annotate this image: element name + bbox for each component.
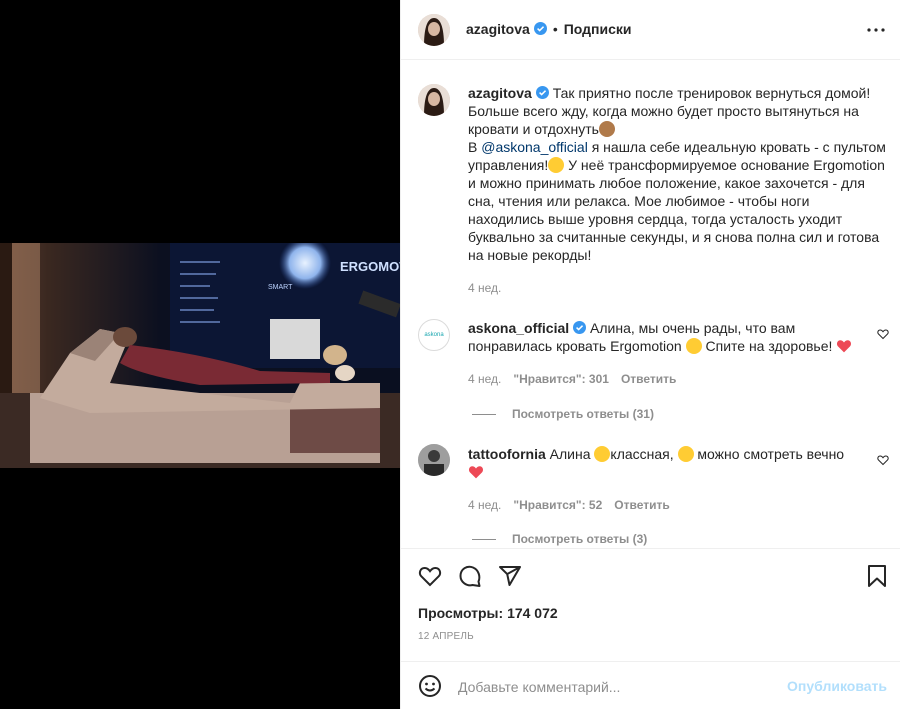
replies-line (472, 414, 496, 416)
comment-line: Алина, мы очень рады, что вам (590, 320, 796, 336)
post-media[interactable]: ERGOMOTI SMART (0, 0, 400, 709)
smile-emoji-icon (685, 338, 702, 354)
caption-line: управления! (468, 157, 549, 173)
post-date[interactable]: 12 АПРЕЛЬ (418, 631, 474, 642)
see-no-evil-monkey-icon (598, 121, 615, 137)
header-title: azagitova • Подписки (466, 21, 632, 37)
comment-reply-button[interactable]: Ответить (614, 498, 669, 512)
bookmark-icon[interactable] (865, 564, 889, 588)
video-frame-scene: ERGOMOTI SMART (0, 243, 400, 468)
views-label: Просмотры: (418, 605, 504, 621)
caption-line: Больше всего жду, когда можно будет прос… (468, 103, 859, 119)
comment-line: можно смотреть вечно (697, 446, 845, 462)
post-panel: azagitova • Подписки azagitova Так приятно… (400, 0, 900, 709)
comment-like-heart-icon[interactable] (877, 454, 889, 466)
avatar-image (418, 14, 450, 46)
verified-icon (573, 321, 587, 334)
caption-avatar[interactable] (418, 84, 450, 116)
add-comment-bar: Опубликовать (401, 661, 900, 709)
video-smart-text: SMART (268, 284, 293, 291)
comment-avatar-tattoofornia[interactable] (418, 444, 450, 476)
comment-line: Алина (549, 446, 591, 462)
caption-line: на новые рекорды! (468, 247, 592, 263)
avatar-image (418, 444, 450, 476)
comment-meta: 4 нед. "Нравится": 301 Ответить (468, 372, 688, 386)
comment-avatar-askona[interactable]: askona (418, 319, 450, 351)
view-replies-button[interactable]: Посмотреть ответы (3) (472, 532, 647, 546)
video-brand-text: ERGOMOTI (340, 259, 400, 274)
caption-line: буквально за считанные секунды, и я снов… (468, 229, 880, 245)
comment-author[interactable]: tattoofornia (468, 446, 546, 462)
comment-likes[interactable]: "Нравится": 301 (513, 372, 609, 386)
comment-line: Спите на здоровье! (705, 338, 833, 354)
caption-line: Так приятно после тренировок вернуться д… (552, 85, 871, 101)
comment-text: askona_official Алина, мы очень рады, чт… (468, 319, 868, 355)
author-avatar[interactable] (418, 14, 450, 46)
post-actions: Просмотры: 174 072 12 АПРЕЛЬ (401, 550, 900, 650)
emoji-icon[interactable] (418, 674, 442, 698)
replies-line (472, 539, 496, 541)
comment-like-heart-icon[interactable] (877, 328, 889, 340)
post-header: azagitova • Подписки (401, 0, 900, 60)
comment-meta: 4 нед. "Нравится": 52 Ответить (468, 498, 682, 512)
more-icon[interactable] (864, 18, 888, 42)
comment-likes[interactable]: "Нравится": 52 (513, 498, 602, 512)
red-heart-emoji-icon (468, 466, 484, 479)
comment-text: tattoofornia Алина классная, можно смотр… (468, 445, 868, 481)
post-caption: azagitova Так приятно после тренировок в… (468, 84, 888, 264)
views-value: 174 072 (507, 605, 558, 621)
caption-time[interactable]: 4 нед. (468, 281, 501, 295)
comment-line: классная, (610, 446, 674, 462)
view-replies-button[interactable]: Посмотреть ответы (31) (472, 407, 654, 421)
red-heart-emoji-icon (837, 340, 852, 353)
view-replies-label: Посмотреть ответы (31) (512, 407, 654, 421)
comment-time[interactable]: 4 нед. (468, 372, 501, 386)
caption-author[interactable]: azagitova (468, 85, 532, 101)
video-player[interactable]: ERGOMOTI SMART (0, 243, 400, 468)
comment-line: понравилась кровать Ergomotion (468, 338, 682, 354)
caption-line: сна, чтения или релакса. Мое любимое - ч… (468, 193, 810, 209)
caption-prefix: В (468, 139, 478, 155)
avatar-image (418, 84, 450, 116)
heart-eyes-emoji-icon (548, 157, 565, 173)
caption-line: и можно принимать любое положение, какое… (468, 175, 865, 191)
following-button[interactable]: Подписки (564, 21, 632, 37)
verified-icon (533, 22, 547, 35)
publish-button[interactable]: Опубликовать (787, 678, 887, 694)
caption-line: я нашла себе идеальную кровать - с пульт… (591, 139, 886, 155)
share-icon[interactable] (498, 564, 522, 588)
caption-line: У неё трансформируемое основание Ergomot… (568, 157, 885, 173)
caption-line: кровати и отдохнуть (468, 121, 599, 137)
separator-dot: • (552, 21, 558, 37)
comment-time[interactable]: 4 нед. (468, 498, 501, 512)
comment-reply-button[interactable]: Ответить (621, 372, 676, 386)
views-count[interactable]: Просмотры: 174 072 (418, 605, 558, 621)
verified-icon (535, 86, 549, 99)
caption-line: находились выше уровня сердца, тогда уст… (468, 211, 843, 227)
avatar-logo-text: askona (424, 332, 444, 338)
heart-eyes-emoji-icon (677, 446, 694, 462)
heart-icon[interactable] (418, 564, 442, 588)
heart-eyes-emoji-icon (594, 446, 611, 462)
mention-link[interactable]: @askona_official (481, 139, 588, 155)
view-replies-label: Посмотреть ответы (3) (512, 532, 648, 546)
comment-input[interactable] (458, 677, 778, 697)
comment-icon[interactable] (458, 564, 482, 588)
comments-section[interactable]: azagitova Так приятно после тренировок в… (401, 60, 900, 549)
comment-author[interactable]: askona_official (468, 320, 569, 336)
author-username[interactable]: azagitova (466, 21, 530, 37)
